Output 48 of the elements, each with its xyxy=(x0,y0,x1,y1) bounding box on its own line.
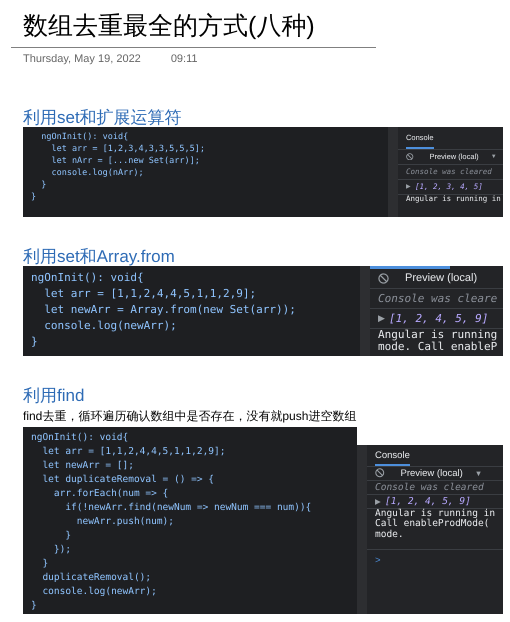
console-message: Console was cleared xyxy=(367,480,503,494)
page-time: 09:11 xyxy=(170,52,198,67)
code-line: } xyxy=(31,334,39,350)
code-line: } xyxy=(41,556,50,570)
clear-console-icon[interactable] xyxy=(378,272,389,284)
code-line: console.log(newArr); xyxy=(41,584,158,598)
code-line: ngOnInit(): void{ xyxy=(40,130,130,142)
code-line: ngOnInit(): void{ xyxy=(31,270,145,286)
code-line: let duplicateRemoval = () => { xyxy=(41,472,216,486)
console-prompt[interactable]: > xyxy=(367,549,503,568)
section-description: find去重，循环遍历确认数组中是否存在，没有就push进空数组 xyxy=(23,408,358,424)
context-selector[interactable]: Preview (local) xyxy=(400,466,463,480)
code-line: }); xyxy=(52,542,72,556)
code-line: } xyxy=(64,528,72,542)
console-result: [1, 2, 4, 5, 9] xyxy=(385,494,471,508)
code-line: let arr = [1,1,2,4,4,5,1,1,2,9]; xyxy=(41,444,226,458)
code-line: newArr.push(num); xyxy=(76,514,175,528)
code-line: arr.forEach(num => { xyxy=(52,486,170,500)
console-message: mode. xyxy=(374,530,405,542)
console-message: Angular is running xyxy=(377,328,498,342)
section-heading: 利用find xyxy=(23,386,86,404)
code-line: } xyxy=(31,598,38,612)
section-heading: 利用set和扩展运算符 xyxy=(23,108,183,126)
code-line: let arr = [1,1,2,4,4,5,1,1,2,9]; xyxy=(43,286,258,302)
clear-console-icon[interactable] xyxy=(375,468,384,478)
expand-arrow[interactable]: ▶ xyxy=(378,308,385,328)
code-line: } xyxy=(31,190,38,202)
code-line: ngOnInit(): void{ xyxy=(31,430,130,444)
code-line: let newArr = []; xyxy=(41,458,135,472)
console-message: mode. Call enableP xyxy=(377,341,498,354)
console-message: Angular is running in xyxy=(374,508,496,519)
code-line: let newArr = Array.from(new Set(arr)); xyxy=(43,302,297,318)
page-title: 数组去重最全的方式(八种) xyxy=(23,11,316,42)
page-date: Thursday, May 19, 2022 xyxy=(23,52,141,67)
code-line: console.log(nArr); xyxy=(50,166,145,178)
section-heading: 利用set和Array.from xyxy=(23,246,176,266)
code-line: let nArr = [...new Set(arr)]; xyxy=(50,154,201,166)
console-message: Call enableProdMode( xyxy=(374,519,490,530)
console-result: [1, 2, 4, 5, 9] xyxy=(389,310,488,326)
code-line: console.log(newArr); xyxy=(43,318,178,334)
code-line: let arr = [1,2,3,4,3,3,5,5,5]; xyxy=(50,142,206,154)
clear-console-icon[interactable] xyxy=(406,152,414,160)
console-message: Console was cleare xyxy=(370,288,503,308)
code-line: } xyxy=(40,178,48,190)
context-selector[interactable]: Preview (local) xyxy=(405,268,478,288)
console-tab[interactable]: Console xyxy=(375,448,410,466)
code-line: duplicateRemoval(); xyxy=(41,570,152,584)
code-line: if(!newArr.find(newNum => newNum === num)){ xyxy=(64,500,312,514)
